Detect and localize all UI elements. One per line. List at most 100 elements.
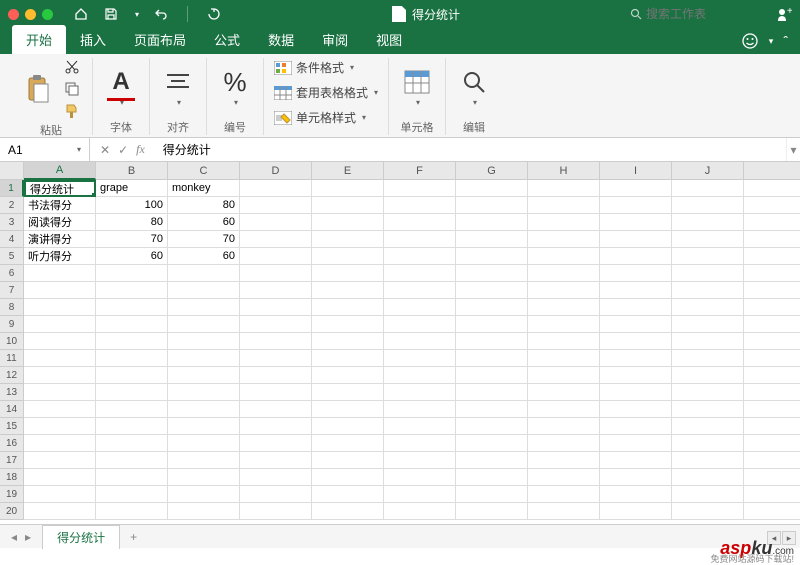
cell[interactable]: [312, 197, 384, 214]
cell[interactable]: [672, 214, 744, 231]
cell[interactable]: [672, 333, 744, 350]
cell[interactable]: 70: [96, 231, 168, 248]
row-header[interactable]: 17: [0, 452, 24, 469]
add-sheet-button[interactable]: +: [120, 530, 147, 544]
cell[interactable]: [24, 486, 96, 503]
cell[interactable]: [384, 367, 456, 384]
tab-view[interactable]: 视图: [362, 25, 416, 54]
row-header[interactable]: 18: [0, 469, 24, 486]
font-button[interactable]: A ▾: [103, 66, 139, 109]
cell[interactable]: [96, 435, 168, 452]
cell[interactable]: [384, 299, 456, 316]
cell[interactable]: grape: [96, 180, 168, 197]
cell[interactable]: [168, 435, 240, 452]
cell[interactable]: [24, 316, 96, 333]
cell[interactable]: [312, 180, 384, 197]
cell[interactable]: [528, 486, 600, 503]
cells-area[interactable]: 得分统计grapemonkey书法得分10080阅读得分8060演讲得分7070…: [24, 180, 800, 520]
cell[interactable]: 阅读得分: [24, 214, 96, 231]
cell[interactable]: [456, 367, 528, 384]
cell[interactable]: [528, 503, 600, 520]
cell[interactable]: [240, 452, 312, 469]
cell[interactable]: [744, 435, 800, 452]
cell[interactable]: [528, 180, 600, 197]
cell[interactable]: [672, 452, 744, 469]
cell[interactable]: [600, 435, 672, 452]
cell[interactable]: [600, 401, 672, 418]
cell[interactable]: [312, 486, 384, 503]
cell[interactable]: [744, 333, 800, 350]
cell[interactable]: [456, 265, 528, 282]
cell[interactable]: [240, 367, 312, 384]
spreadsheet-grid[interactable]: ABCDEFGHIJ 12345678910111213141516171819…: [0, 162, 800, 524]
column-header[interactable]: A: [24, 162, 96, 180]
cell[interactable]: [384, 435, 456, 452]
cell[interactable]: 80: [96, 214, 168, 231]
cell[interactable]: [96, 469, 168, 486]
cell[interactable]: [672, 350, 744, 367]
column-header[interactable]: D: [240, 162, 312, 180]
cell[interactable]: [168, 316, 240, 333]
cell[interactable]: [672, 316, 744, 333]
row-header[interactable]: 11: [0, 350, 24, 367]
cell[interactable]: [240, 316, 312, 333]
cell[interactable]: [528, 265, 600, 282]
cell[interactable]: [456, 248, 528, 265]
cell[interactable]: [528, 214, 600, 231]
cell[interactable]: [528, 299, 600, 316]
cell[interactable]: [240, 299, 312, 316]
cell[interactable]: [24, 367, 96, 384]
cell[interactable]: [744, 180, 800, 197]
cell[interactable]: [600, 231, 672, 248]
row-header[interactable]: 3: [0, 214, 24, 231]
cell[interactable]: [240, 180, 312, 197]
cell[interactable]: [600, 248, 672, 265]
cell[interactable]: [528, 316, 600, 333]
cell[interactable]: [384, 333, 456, 350]
cell[interactable]: [456, 350, 528, 367]
namebox-dropdown-icon[interactable]: ▾: [77, 145, 81, 154]
cell[interactable]: [528, 367, 600, 384]
cell[interactable]: [528, 401, 600, 418]
cell[interactable]: [672, 282, 744, 299]
tab-insert[interactable]: 插入: [66, 25, 120, 54]
cell[interactable]: [672, 401, 744, 418]
cell[interactable]: [240, 401, 312, 418]
cell[interactable]: [96, 316, 168, 333]
cell[interactable]: [672, 503, 744, 520]
cell[interactable]: [744, 384, 800, 401]
edit-button[interactable]: ▾: [456, 66, 492, 109]
cell[interactable]: [96, 367, 168, 384]
cell-style-button[interactable]: 单元格样式▾: [274, 108, 366, 127]
cell[interactable]: [384, 214, 456, 231]
cell[interactable]: [384, 265, 456, 282]
home-icon[interactable]: [73, 6, 89, 22]
sheet-tab-active[interactable]: 得分统计: [42, 525, 120, 549]
cell[interactable]: [168, 503, 240, 520]
cut-icon[interactable]: [62, 58, 82, 76]
cell[interactable]: [240, 503, 312, 520]
tab-review[interactable]: 审阅: [308, 25, 362, 54]
cell[interactable]: [312, 401, 384, 418]
cell[interactable]: [600, 214, 672, 231]
cell[interactable]: [456, 180, 528, 197]
cell[interactable]: [96, 299, 168, 316]
cell[interactable]: [744, 418, 800, 435]
collapse-ribbon-icon[interactable]: ˆ: [783, 33, 788, 49]
row-header[interactable]: 14: [0, 401, 24, 418]
save-dropdown-icon[interactable]: ▾: [135, 10, 139, 19]
cell[interactable]: [456, 214, 528, 231]
cell[interactable]: [528, 435, 600, 452]
cell[interactable]: [744, 316, 800, 333]
cell[interactable]: [24, 452, 96, 469]
column-header[interactable]: [744, 162, 800, 180]
cell[interactable]: [744, 503, 800, 520]
cell[interactable]: [456, 452, 528, 469]
cell[interactable]: [456, 418, 528, 435]
cell[interactable]: [528, 452, 600, 469]
cell[interactable]: [384, 418, 456, 435]
cell[interactable]: [96, 350, 168, 367]
cell[interactable]: [384, 350, 456, 367]
cell[interactable]: [384, 180, 456, 197]
cell[interactable]: [384, 282, 456, 299]
